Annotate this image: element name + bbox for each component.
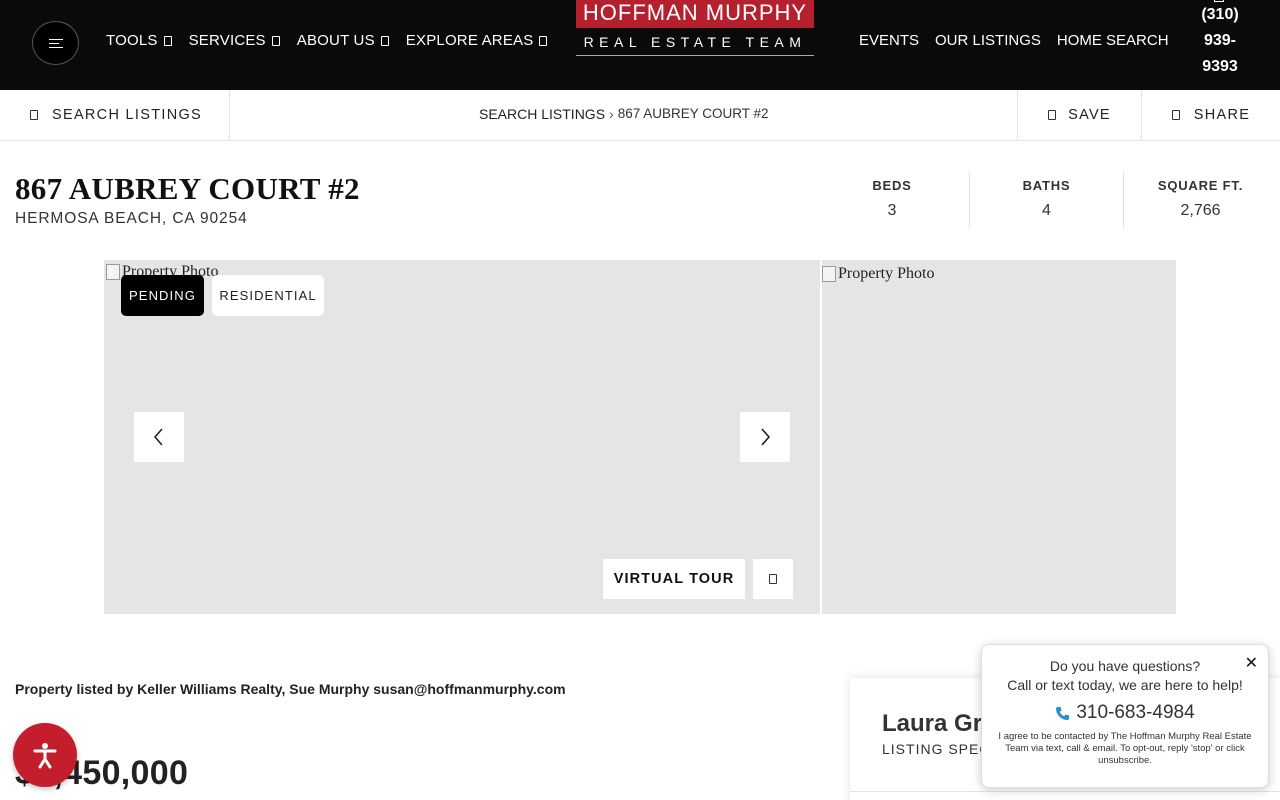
side-photo-image: Property Photo (822, 265, 934, 283)
search-listings-label: SEARCH LISTINGS (52, 107, 203, 123)
dropdown-caret-icon (380, 35, 389, 46)
virtual-tour-button[interactable]: VIRTUAL TOUR (603, 559, 745, 599)
popup-subtext: Call or text today, we are here to help! (1007, 677, 1243, 693)
property-type-badge: RESIDENTIAL (212, 275, 324, 316)
main-photo-carousel[interactable]: Property Photo PENDING RESIDENTIAL VIRTU… (104, 260, 820, 614)
agent-card-divider (850, 791, 1280, 792)
header-phone-line-3: 9393 (1202, 58, 1238, 75)
nav-explore-areas-label: EXPLORE AREAS (405, 32, 534, 49)
nav-services[interactable]: SERVICES (189, 32, 280, 49)
nav-tools[interactable]: TOOLS (106, 32, 172, 49)
primary-nav-left: TOOLS SERVICES ABOUT US EXPLORE AREAS (106, 32, 548, 49)
popup-question: Do you have questions? (1049, 658, 1201, 674)
property-stats: BEDS 3 BATHS 4 SQUARE FT. 2,766 (815, 173, 1277, 227)
save-button[interactable]: SAVE (1017, 90, 1141, 140)
popup-phone-number: 310-683-4984 (1076, 702, 1195, 723)
nav-our-listings[interactable]: OUR LISTINGS (935, 32, 1041, 49)
popup-disclaimer: I agree to be contacted by The Hoffman M… (998, 731, 1252, 766)
broken-image-icon (106, 264, 120, 280)
breadcrumb-root-link[interactable]: SEARCH LISTINGS (479, 106, 605, 122)
listing-attribution: Property listed by Keller Williams Realt… (15, 681, 566, 697)
chevron-left-icon (153, 428, 163, 446)
nav-tools-label: TOOLS (106, 32, 158, 49)
logo-brand-name: HOFFMAN MURPHY (576, 0, 814, 28)
carousel-prev-button[interactable] (134, 412, 184, 462)
nav-about-us-label: ABOUT US (296, 32, 375, 49)
menu-button[interactable] (32, 21, 79, 65)
agent-role: LISTING SPEC (882, 741, 991, 757)
primary-nav-right: EVENTS OUR LISTINGS HOME SEARCH (859, 32, 1169, 49)
stat-sqft-value: 2,766 (1180, 202, 1221, 219)
nav-about-us[interactable]: ABOUT US (297, 32, 389, 49)
stat-baths: BATHS 4 (969, 173, 1123, 227)
status-badge: PENDING (121, 275, 204, 316)
side-photo-alt: Property Photo (838, 265, 935, 282)
breadcrumb-current: 867 AUBREY COURT #2 (617, 106, 769, 121)
header-phone-link[interactable]: (310) 939- 9393 (1196, 0, 1244, 80)
chevron-right-icon (761, 428, 771, 446)
search-listings-button[interactable]: SEARCH LISTINGS (0, 90, 230, 140)
property-title: 867 AUBREY COURT #2 (15, 171, 360, 206)
logo-tagline: REAL ESTATE TEAM (576, 34, 814, 56)
breadcrumb-separator: › (609, 106, 614, 122)
nav-events[interactable]: EVENTS (859, 32, 919, 49)
hamburger-icon (48, 38, 63, 48)
listing-subnav: SEARCH LISTINGS SEARCH LISTINGS › 867 AU… (0, 90, 1280, 141)
dropdown-caret-icon (539, 35, 548, 46)
stat-beds-value: 3 (887, 202, 897, 219)
share-button[interactable]: SHARE (1141, 90, 1280, 140)
site-header: TOOLS SERVICES ABOUT US EXPLORE AREAS HO… (0, 0, 1280, 90)
broken-image-icon (822, 266, 836, 282)
breadcrumb: SEARCH LISTINGS › 867 AUBREY COURT #2 (479, 106, 769, 122)
share-label: SHARE (1193, 107, 1251, 123)
side-property-photo[interactable]: Property Photo (822, 260, 1176, 614)
nav-explore-areas[interactable]: EXPLORE AREAS (406, 32, 548, 49)
stat-beds-label: BEDS (872, 178, 912, 193)
carousel-next-button[interactable] (740, 412, 790, 462)
accessibility-icon (33, 743, 57, 769)
property-location: HERMOSA BEACH, CA 90254 (15, 210, 248, 227)
expand-icon (769, 574, 777, 584)
stat-sqft-label: SQUARE FT. (1157, 178, 1244, 193)
close-icon[interactable]: ✕ (1245, 653, 1258, 673)
accessibility-button[interactable] (13, 723, 77, 787)
popup-phone-link[interactable]: 310-683-4984 (982, 702, 1268, 724)
stat-baths-label: BATHS (1022, 178, 1071, 193)
fullscreen-button[interactable] (753, 559, 793, 599)
dropdown-caret-icon (163, 35, 172, 46)
nav-home-search[interactable]: HOME SEARCH (1057, 32, 1169, 49)
heart-icon (1048, 110, 1057, 120)
phone-icon (1056, 706, 1070, 720)
agent-name: Laura Gr (882, 710, 983, 737)
dropdown-caret-icon (271, 35, 280, 46)
save-label: SAVE (1068, 107, 1111, 123)
header-phone-line-1: (310) (1201, 6, 1239, 23)
header-phone-line-2: 939- (1203, 32, 1237, 49)
phone-icon (1214, 0, 1224, 2)
nav-services-label: SERVICES (188, 32, 266, 49)
share-icon (1171, 110, 1180, 120)
contact-popup: ✕ Do you have questions? Call or text to… (981, 644, 1269, 788)
site-logo[interactable]: HOFFMAN MURPHY REAL ESTATE TEAM (576, 0, 814, 58)
search-icon (30, 110, 38, 120)
stat-beds: BEDS 3 (815, 173, 969, 227)
stat-baths-value: 4 (1042, 202, 1051, 219)
stat-sqft: SQUARE FT. 2,766 (1123, 173, 1277, 227)
